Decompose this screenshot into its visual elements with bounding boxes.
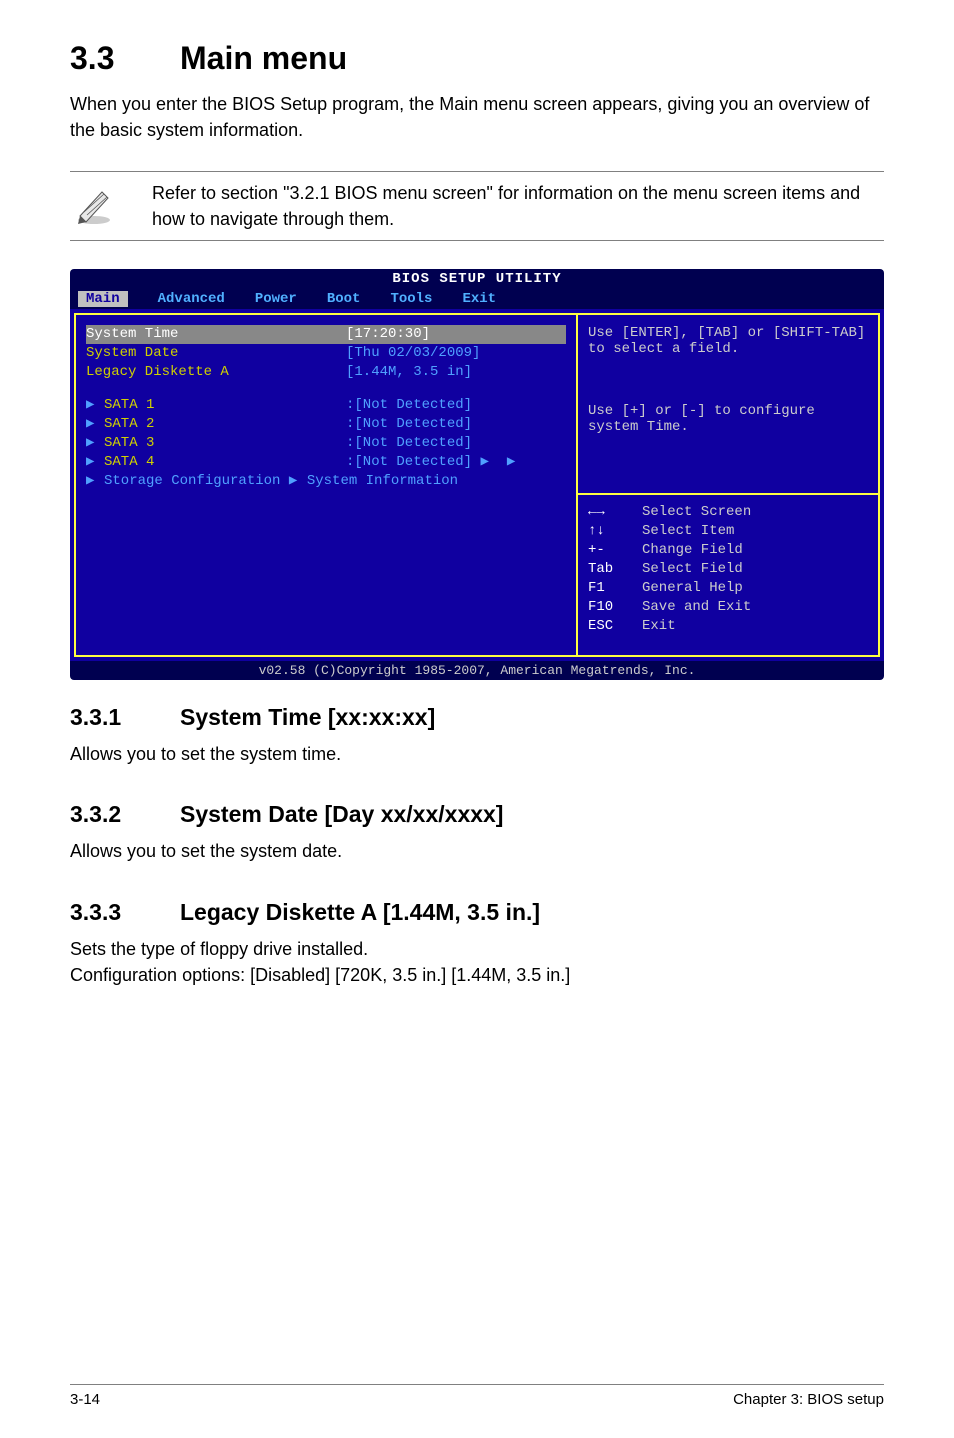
subsection-number: 3.3.3	[70, 899, 180, 926]
bios-field-system-date[interactable]: System Date[Thu 02/03/2009]	[86, 345, 480, 361]
bios-menu-boot[interactable]: Boot	[327, 291, 361, 307]
bios-window-title: BIOS SETUP UTILITY	[70, 269, 884, 289]
bios-key-row: TabSelect Field	[588, 560, 868, 579]
bios-menu-main[interactable]: Main	[78, 291, 128, 307]
bios-menubar: Main Advanced Power Boot Tools Exit	[70, 289, 884, 309]
section-title-text: Main menu	[180, 40, 347, 76]
pencil-note-icon	[74, 180, 122, 231]
note-block: Refer to section "3.2.1 BIOS menu screen…	[70, 171, 884, 241]
bios-main-panel: System Time[17:20:30] System Date[Thu 02…	[74, 313, 576, 657]
bios-submenu-sysinfo[interactable]: ▶System Information	[289, 473, 458, 489]
bios-field-sata3[interactable]: ▶SATA 3:[Not Detected]	[86, 435, 472, 451]
subsection-text: Sets the type of floppy drive installed.	[70, 936, 884, 962]
subsection-text: Configuration options: [Disabled] [720K,…	[70, 962, 884, 988]
bios-menu-exit[interactable]: Exit	[462, 291, 496, 307]
bios-help-panel: Use [ENTER], [TAB] or [SHIFT-TAB] to sel…	[576, 313, 880, 657]
bios-key-row: ←→Select Screen	[588, 503, 868, 522]
section-heading: 3.3Main menu	[70, 40, 884, 77]
subsection-number: 3.3.2	[70, 801, 180, 828]
bios-menu-advanced[interactable]: Advanced	[158, 291, 225, 307]
section-number: 3.3	[70, 40, 180, 77]
note-text: Refer to section "3.2.1 BIOS menu screen…	[122, 180, 880, 232]
bios-key-row: ↑↓Select Item	[588, 522, 868, 541]
subsection-number: 3.3.1	[70, 704, 180, 731]
bios-help-text-1: Use [ENTER], [TAB] or [SHIFT-TAB] to sel…	[588, 325, 868, 385]
bios-menu-power[interactable]: Power	[255, 291, 297, 307]
bios-key-row: +-Change Field	[588, 541, 868, 560]
subsection-heading: 3.3.3Legacy Diskette A [1.44M, 3.5 in.]	[70, 899, 884, 926]
page-footer: 3-14 Chapter 3: BIOS setup	[70, 1384, 884, 1408]
bios-menu-tools[interactable]: Tools	[390, 291, 432, 307]
bios-field-system-time[interactable]: System Time[17:20:30]	[86, 325, 566, 344]
bios-field-legacy-diskette[interactable]: Legacy Diskette A[1.44M, 3.5 in]	[86, 364, 472, 380]
bios-key-row: F10Save and Exit	[588, 598, 868, 617]
chapter-label: Chapter 3: BIOS setup	[733, 1391, 884, 1408]
bios-copyright-footer: v02.58 (C)Copyright 1985-2007, American …	[70, 661, 884, 680]
bios-key-row: ESCExit	[588, 617, 868, 636]
subsection-title: System Time [xx:xx:xx]	[180, 704, 435, 730]
bios-key-row: F1General Help	[588, 579, 868, 598]
subsection-heading: 3.3.2System Date [Day xx/xx/xxxx]	[70, 801, 884, 828]
page-number: 3-14	[70, 1391, 100, 1408]
bios-help-divider	[578, 493, 878, 495]
bios-help-text-2: Use [+] or [-] to configure system Time.	[588, 403, 868, 443]
subsection-title: Legacy Diskette A [1.44M, 3.5 in.]	[180, 899, 540, 925]
bios-submenu-storage[interactable]: ▶Storage Configuration	[86, 473, 280, 489]
bios-field-sata1[interactable]: ▶SATA 1:[Not Detected]	[86, 397, 472, 413]
intro-paragraph: When you enter the BIOS Setup program, t…	[70, 91, 884, 143]
subsection-text: Allows you to set the system time.	[70, 741, 884, 767]
bios-field-sata4[interactable]: ▶SATA 4:[Not Detected]	[86, 454, 472, 470]
bios-screenshot: BIOS SETUP UTILITY Main Advanced Power B…	[70, 269, 884, 680]
bios-arrow-blank2: ▶	[507, 454, 525, 470]
bios-arrow-blank1: ▶	[480, 454, 498, 470]
subsection-title: System Date [Day xx/xx/xxxx]	[180, 801, 503, 827]
subsection-heading: 3.3.1System Time [xx:xx:xx]	[70, 704, 884, 731]
subsection-text: Allows you to set the system date.	[70, 838, 884, 864]
bios-field-sata2[interactable]: ▶SATA 2:[Not Detected]	[86, 416, 472, 432]
